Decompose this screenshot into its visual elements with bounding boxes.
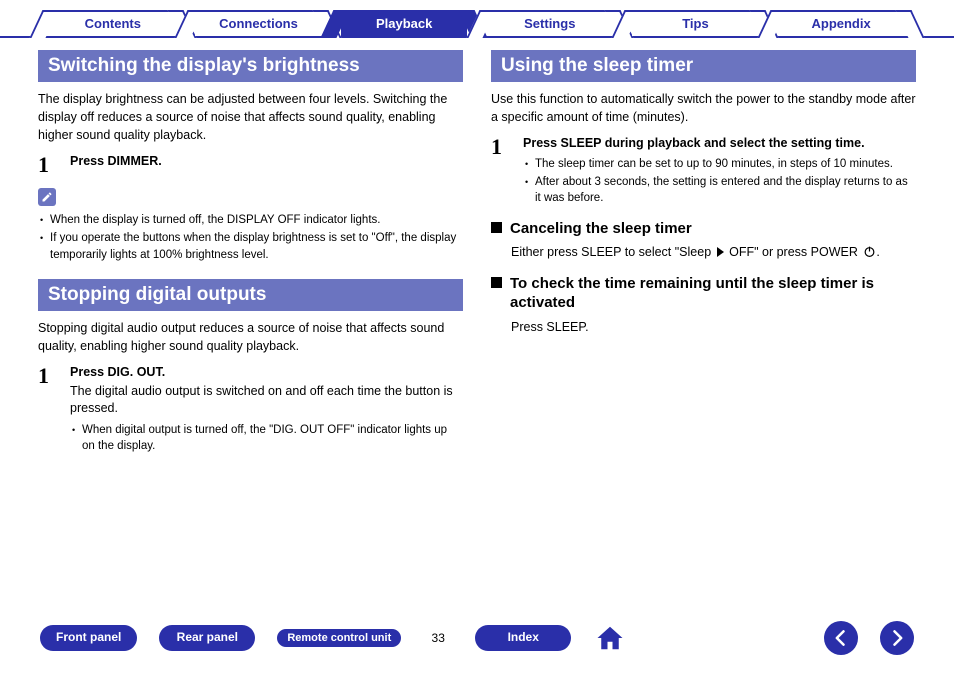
tab-contents[interactable]: Contents [43,10,183,36]
digital-intro: Stopping digital audio output reduces a … [38,319,463,355]
brightness-note-2: If you operate the buttons when the disp… [38,230,463,262]
sleep-step1-bullet-1: The sleep timer can be set to up to 90 m… [523,156,916,172]
pencil-note-icon [38,188,56,206]
content-area: Switching the display's brightness The d… [0,38,954,464]
right-column: Using the sleep timer Use this function … [491,50,916,464]
tab-appendix[interactable]: Appendix [771,10,911,36]
sleep-step1: 1 Press SLEEP during playback and select… [491,136,916,208]
sleep-step1-heading: Press SLEEP during playback and select t… [523,136,916,150]
digital-step1-heading: Press DIG. OUT. [70,365,463,379]
next-page-button[interactable] [880,621,914,655]
brightness-step1-heading: Press DIMMER. [70,154,463,168]
index-button[interactable]: Index [475,625,571,650]
cancel-sleep-body: Either press SLEEP to select "Sleep OFF"… [491,244,916,264]
step-number: 1 [491,136,509,208]
section-sleep-title: Using the sleep timer [491,50,916,82]
front-panel-button[interactable]: Front panel [40,625,137,650]
sleep-step1-bullet-2: After about 3 seconds, the setting is en… [523,174,916,206]
prev-page-button[interactable] [824,621,858,655]
rear-panel-button[interactable]: Rear panel [159,625,255,650]
tab-settings[interactable]: Settings [480,10,620,36]
home-button[interactable] [593,621,627,655]
digital-step1-body: The digital audio output is switched on … [70,383,463,418]
step-number: 1 [38,154,56,176]
cancel-sleep-heading: Canceling the sleep timer [491,219,916,239]
digital-step1-bullet: When digital output is turned off, the "… [70,422,463,454]
tab-tips[interactable]: Tips [625,10,765,36]
footer-bar: Front panel Rear panel Remote control un… [0,621,954,655]
digital-step1: 1 Press DIG. OUT. The digital audio outp… [38,365,463,456]
section-digital-title: Stopping digital outputs [38,279,463,311]
tab-playback[interactable]: Playback [334,10,474,36]
square-bullet-icon [491,277,502,288]
brightness-intro: The display brightness can be adjusted b… [38,90,463,144]
step-number: 1 [38,365,56,456]
remote-control-button[interactable]: Remote control unit [277,629,401,647]
check-remaining-heading: To check the time remaining until the sl… [491,274,916,313]
brightness-notes: When the display is turned off, the DISP… [38,212,463,262]
check-remaining-body: Press SLEEP. [491,319,916,337]
top-tab-bar: Contents Connections Playback Settings T… [0,0,954,38]
brightness-step1: 1 Press DIMMER. [38,154,463,176]
page-number: 33 [423,631,453,645]
sleep-intro: Use this function to automatically switc… [491,90,916,126]
power-icon [863,245,876,264]
brightness-note-1: When the display is turned off, the DISP… [38,212,463,228]
play-icon [717,247,724,257]
tab-connections[interactable]: Connections [188,10,328,36]
square-bullet-icon [491,222,502,233]
section-brightness-title: Switching the display's brightness [38,50,463,82]
left-column: Switching the display's brightness The d… [38,50,463,464]
